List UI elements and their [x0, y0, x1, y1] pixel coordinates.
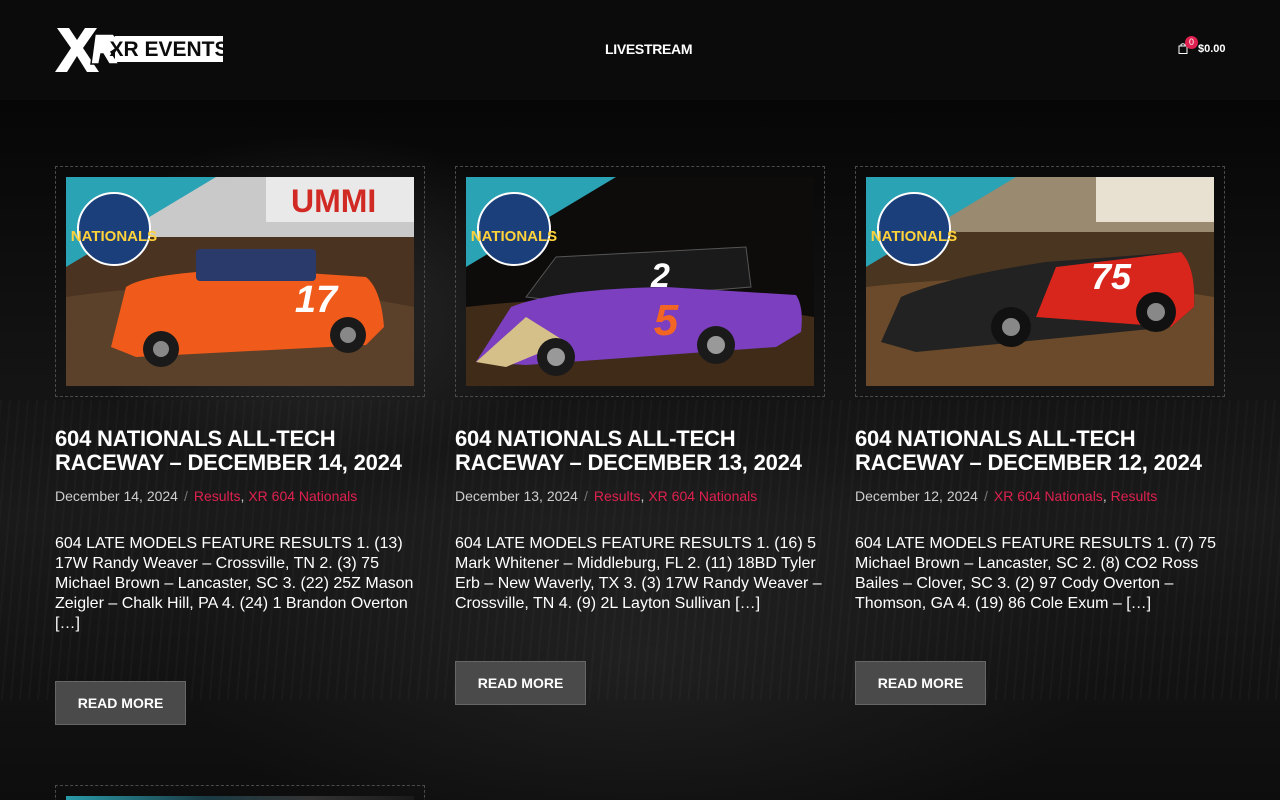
car-number: 5	[654, 296, 679, 345]
read-more-button[interactable]: READ MORE	[855, 661, 986, 705]
post-thumbnail-link[interactable]: NATIONALS 75	[855, 166, 1225, 397]
post-thumbnail: NATIONALS 75	[866, 177, 1214, 386]
meta-separator: /	[583, 488, 588, 504]
post-card-next	[55, 785, 425, 800]
category-link[interactable]: Results	[594, 488, 641, 504]
post-date: December 12, 2024	[855, 488, 978, 504]
category-link[interactable]: XR 604 Nationals	[248, 488, 357, 504]
post-date: December 14, 2024	[55, 488, 178, 504]
post-card: UMMI NATIONALS 17 604 NATIONALS ALL-TECH…	[55, 166, 425, 725]
post-thumbnail-link[interactable]: UMMI NATIONALS 17	[55, 166, 425, 397]
race-car-image: NATIONALS 75	[866, 177, 1214, 386]
post-meta: December 14, 2024/Results, XR 604 Nation…	[55, 488, 425, 504]
category-link[interactable]: XR 604 Nationals	[648, 488, 757, 504]
race-car-image: UMMI NATIONALS 17	[66, 177, 414, 386]
post-excerpt: 604 LATE MODELS FEATURE RESULTS 1. (7) 7…	[855, 535, 1216, 612]
post-thumbnail-link[interactable]: NATIONALS 2 5	[455, 166, 825, 397]
category-comma: ,	[1102, 488, 1111, 504]
xr-events-logo-icon: XR EVENTS	[55, 28, 229, 72]
category-link[interactable]: XR 604 Nationals	[994, 488, 1103, 504]
race-car-image: NATIONALS 2 5	[466, 177, 814, 386]
cart-count-badge: 0	[1185, 36, 1198, 49]
post-meta: December 12, 2024 / XR 604 Nationals, Resu…	[855, 488, 1225, 504]
post-meta: December 13, 2024/Results, XR 604 Nation…	[455, 488, 825, 504]
post-thumbnail-link[interactable]	[55, 785, 425, 800]
post-date: December 13, 2024	[455, 488, 578, 504]
svg-text:UMMI: UMMI	[291, 183, 376, 219]
category-link[interactable]: Results	[194, 488, 241, 504]
category-link[interactable]: Results	[1111, 488, 1158, 504]
post-title[interactable]: 604 NATIONALS ALL-TECH RACEWAY – DECEMBE…	[55, 427, 425, 475]
post-card: NATIONALS 75 604 NATIONALS ALL-TECH RACE…	[855, 166, 1225, 705]
post-thumbnail: NATIONALS 2 5	[466, 177, 814, 386]
post-title[interactable]: 604 NATIONALS ALL-TECH RACEWAY – DECEMBE…	[455, 427, 825, 475]
meta-separator: /	[983, 488, 988, 504]
site-header: XR EVENTS LIVESTREAM 0 $0.00	[0, 0, 1280, 100]
cart-link[interactable]: 0 $0.00	[1178, 36, 1238, 60]
post-title[interactable]: 604 NATIONALS ALL-TECH RACEWAY – DECEMBE…	[855, 427, 1225, 475]
site-logo[interactable]: XR EVENTS	[55, 24, 229, 76]
image-badge-text: NATIONALS	[71, 228, 157, 245]
post-excerpt: 604 LATE MODELS FEATURE RESULTS 1. (13) …	[55, 535, 414, 632]
cart-total: $0.00	[1198, 43, 1226, 55]
image-badge-text: NATIONALS	[871, 228, 957, 245]
logo-wordmark: XR EVENTS	[109, 38, 225, 61]
post-thumbnail: UMMI NATIONALS 17	[66, 177, 414, 386]
image-badge-text: NATIONALS	[471, 228, 557, 245]
meta-separator: /	[183, 488, 188, 504]
read-more-button[interactable]: READ MORE	[455, 661, 586, 705]
car-number: 75	[1091, 256, 1132, 297]
car-number: 17	[295, 279, 339, 321]
read-more-button[interactable]: READ MORE	[55, 681, 186, 725]
post-excerpt: 604 LATE MODELS FEATURE RESULTS 1. (16) …	[455, 535, 822, 612]
nav-livestream-link[interactable]: LIVESTREAM	[605, 41, 693, 57]
post-thumbnail	[66, 796, 414, 800]
post-card: NATIONALS 2 5 604 NATIONALS ALL-TECH RAC…	[455, 166, 825, 705]
